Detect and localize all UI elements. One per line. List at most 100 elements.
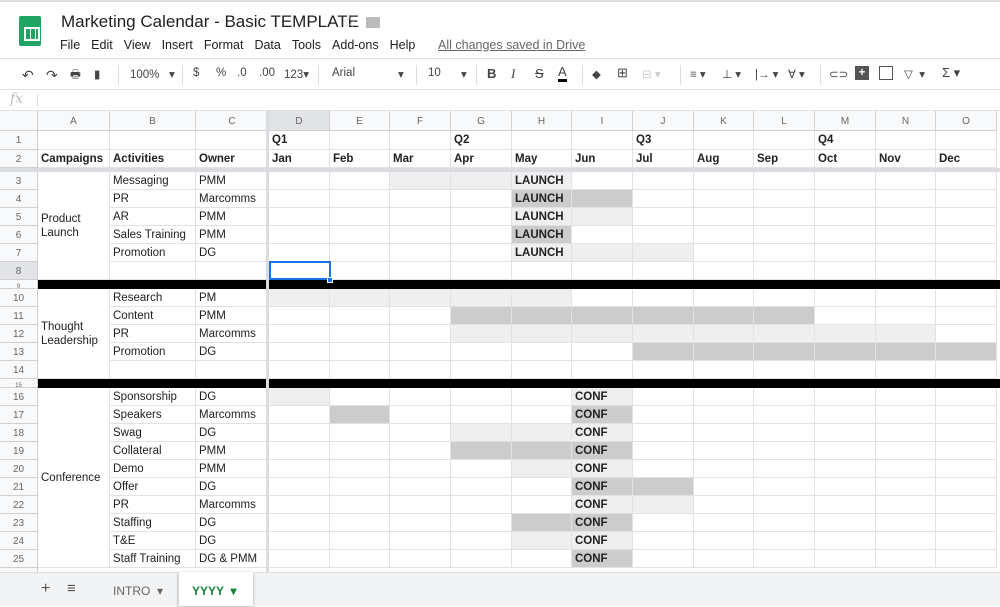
activity-cell[interactable] [110, 361, 196, 379]
calendar-cell[interactable] [330, 244, 390, 262]
quarter-label[interactable]: Q1 [269, 131, 330, 150]
header-activities[interactable]: Activities [110, 150, 196, 168]
calendar-cell[interactable] [936, 226, 997, 244]
calendar-cell[interactable] [451, 442, 512, 460]
calendar-cell[interactable] [269, 442, 330, 460]
print-icon[interactable]: 🖶 [70, 67, 81, 86]
row-header-22[interactable]: 22 [0, 496, 38, 514]
calendar-cell[interactable] [330, 361, 390, 379]
milestone-cell[interactable]: CONF [572, 460, 633, 478]
owner-cell[interactable]: Marcomms [196, 190, 269, 208]
calendar-cell[interactable] [876, 424, 936, 442]
calendar-cell[interactable] [269, 460, 330, 478]
row-header-9[interactable]: 9 [0, 280, 38, 289]
row-header-13[interactable]: 13 [0, 343, 38, 361]
calendar-cell[interactable] [451, 190, 512, 208]
calendar-cell[interactable] [876, 550, 936, 568]
menu-data[interactable]: Data [254, 38, 280, 52]
calendar-cell[interactable] [269, 496, 330, 514]
calendar-cell[interactable] [572, 226, 633, 244]
owner-cell[interactable]: DG & PMM [196, 550, 269, 568]
column-header-O[interactable]: O [936, 111, 997, 131]
header-owner[interactable]: Owner [196, 150, 269, 168]
activity-cell[interactable]: Staffing [110, 514, 196, 532]
row-header-18[interactable]: 18 [0, 424, 38, 442]
cell[interactable] [196, 131, 269, 150]
calendar-cell[interactable] [694, 307, 754, 325]
calendar-cell[interactable] [633, 361, 694, 379]
calendar-cell[interactable] [512, 307, 572, 325]
row-header-10[interactable]: 10 [0, 289, 38, 307]
calendar-cell[interactable] [754, 190, 815, 208]
calendar-cell[interactable] [512, 325, 572, 343]
owner-cell[interactable]: PM [196, 289, 269, 307]
column-header-C[interactable]: C [196, 111, 269, 131]
activity-cell[interactable]: Offer [110, 478, 196, 496]
calendar-cell[interactable] [390, 550, 451, 568]
calendar-cell[interactable] [694, 343, 754, 361]
calendar-cell[interactable] [330, 226, 390, 244]
currency-button[interactable]: $ [193, 67, 199, 79]
cell[interactable] [390, 131, 451, 150]
calendar-cell[interactable] [451, 406, 512, 424]
calendar-cell[interactable] [390, 388, 451, 406]
calendar-cell[interactable] [512, 460, 572, 478]
milestone-cell[interactable]: LAUNCH [512, 226, 572, 244]
row-header-11[interactable]: 11 [0, 307, 38, 325]
calendar-cell[interactable] [451, 172, 512, 190]
calendar-cell[interactable] [633, 478, 694, 496]
calendar-cell[interactable] [451, 262, 512, 280]
calendar-cell[interactable] [451, 514, 512, 532]
calendar-cell[interactable] [754, 172, 815, 190]
calendar-cell[interactable] [876, 208, 936, 226]
row-header-17[interactable]: 17 [0, 406, 38, 424]
calendar-cell[interactable] [754, 496, 815, 514]
activity-cell[interactable]: Sponsorship [110, 388, 196, 406]
month-header[interactable]: Nov [876, 150, 936, 168]
calendar-cell[interactable] [330, 208, 390, 226]
row-header-7[interactable]: 7 [0, 244, 38, 262]
calendar-cell[interactable] [572, 289, 633, 307]
calendar-cell[interactable] [694, 388, 754, 406]
calendar-cell[interactable] [390, 424, 451, 442]
menu-tools[interactable]: Tools [292, 38, 321, 52]
owner-cell[interactable]: PMM [196, 460, 269, 478]
calendar-cell[interactable] [390, 325, 451, 343]
calendar-cell[interactable] [694, 190, 754, 208]
calendar-cell[interactable] [754, 208, 815, 226]
milestone-cell[interactable]: CONF [572, 514, 633, 532]
vertical-align-icon[interactable]: ⊥ ▾ [722, 67, 741, 81]
calendar-cell[interactable] [694, 289, 754, 307]
calendar-cell[interactable] [451, 325, 512, 343]
cell[interactable] [512, 131, 572, 150]
activity-cell[interactable]: Swag [110, 424, 196, 442]
calendar-cell[interactable] [936, 343, 997, 361]
font-size-select[interactable]: 10 ▾ [428, 67, 467, 81]
calendar-cell[interactable] [936, 478, 997, 496]
calendar-cell[interactable] [815, 478, 876, 496]
activity-cell[interactable]: PR [110, 496, 196, 514]
calendar-cell[interactable] [330, 325, 390, 343]
calendar-cell[interactable] [390, 496, 451, 514]
menu-insert[interactable]: Insert [162, 38, 193, 52]
calendar-cell[interactable] [936, 514, 997, 532]
calendar-cell[interactable] [269, 343, 330, 361]
calendar-cell[interactable] [269, 226, 330, 244]
calendar-cell[interactable] [815, 406, 876, 424]
calendar-cell[interactable] [694, 172, 754, 190]
calendar-cell[interactable] [815, 226, 876, 244]
calendar-cell[interactable] [694, 424, 754, 442]
all-sheets-button[interactable]: ≡ [67, 580, 76, 597]
calendar-cell[interactable] [572, 361, 633, 379]
activity-cell[interactable]: Sales Training [110, 226, 196, 244]
calendar-cell[interactable] [815, 460, 876, 478]
calendar-cell[interactable] [815, 208, 876, 226]
calendar-cell[interactable] [936, 172, 997, 190]
calendar-cell[interactable] [876, 460, 936, 478]
calendar-cell[interactable] [694, 244, 754, 262]
milestone-cell[interactable]: CONF [572, 496, 633, 514]
calendar-cell[interactable] [754, 226, 815, 244]
calendar-cell[interactable] [512, 532, 572, 550]
calendar-cell[interactable] [754, 442, 815, 460]
menu-help[interactable]: Help [390, 38, 416, 52]
